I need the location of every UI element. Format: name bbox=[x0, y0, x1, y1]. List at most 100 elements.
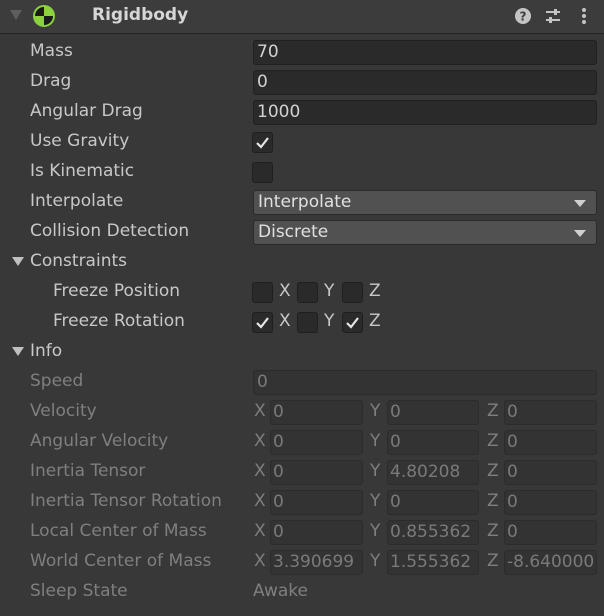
velocity-label: Velocity bbox=[30, 401, 97, 421]
info-foldout[interactable]: Info bbox=[0, 337, 604, 367]
dropdown-arrow-icon bbox=[574, 200, 586, 207]
axis-z-label: Z bbox=[487, 461, 499, 481]
axis-z-label: Z bbox=[369, 281, 381, 301]
world-center-of-mass-row: World Center of Mass X 3.390699 Y 1.5553… bbox=[0, 547, 604, 577]
angular-velocity-row: Angular Velocity X 0 Y 0 Z 0 bbox=[0, 427, 604, 457]
world-center-of-mass-label: World Center of Mass bbox=[30, 551, 212, 571]
sleep-state-row: Sleep State Awake bbox=[0, 577, 604, 607]
freeze-rotation-z-checkbox[interactable] bbox=[342, 312, 363, 333]
inertia-tensor-x-field: 0 bbox=[270, 460, 363, 485]
freeze-position-label: Freeze Position bbox=[53, 281, 181, 301]
interpolate-dropdown[interactable]: Interpolate bbox=[253, 190, 597, 215]
axis-y-label: Y bbox=[370, 521, 381, 541]
inertia-tensor-y-field: 4.80208 bbox=[387, 460, 479, 485]
collapse-arrow-icon[interactable] bbox=[10, 10, 22, 20]
checkmark-icon bbox=[346, 317, 359, 329]
use-gravity-checkbox[interactable] bbox=[252, 132, 273, 153]
inertia-tensor-label: Inertia Tensor bbox=[30, 461, 146, 481]
svg-text:?: ? bbox=[520, 10, 527, 24]
axis-y-label: Y bbox=[324, 311, 335, 331]
constraints-foldout[interactable]: Constraints bbox=[0, 247, 604, 277]
axis-y-label: Y bbox=[324, 281, 335, 301]
velocity-row: Velocity X 0 Y 0 Z 0 bbox=[0, 397, 604, 427]
axis-z-label: Z bbox=[487, 401, 499, 421]
speed-row: Speed 0 bbox=[0, 367, 604, 397]
axis-z-label: Z bbox=[487, 491, 499, 511]
axis-y-label: Y bbox=[370, 491, 381, 511]
velocity-x-field: 0 bbox=[270, 400, 363, 425]
collision-detection-dropdown[interactable]: Discrete bbox=[253, 220, 597, 245]
local-center-of-mass-label: Local Center of Mass bbox=[30, 521, 207, 541]
constraints-label: Constraints bbox=[30, 251, 127, 271]
freeze-rotation-x-checkbox[interactable] bbox=[252, 312, 273, 333]
angular-drag-row: Angular Drag 1000 bbox=[0, 97, 604, 127]
freeze-position-row: Freeze Position X Y Z bbox=[0, 277, 604, 307]
inertia-tensor-rotation-x-field: 0 bbox=[270, 490, 363, 515]
axis-x-label: X bbox=[254, 551, 266, 571]
inertia-tensor-rotation-z-field: 0 bbox=[504, 490, 597, 515]
axis-x-label: X bbox=[254, 461, 266, 481]
speed-field: 0 bbox=[253, 370, 597, 395]
checkmark-icon bbox=[256, 317, 269, 329]
angular-velocity-z-field: 0 bbox=[504, 430, 597, 455]
speed-label: Speed bbox=[30, 371, 84, 391]
axis-x-label: X bbox=[254, 431, 266, 451]
axis-x-label: X bbox=[279, 311, 291, 331]
rigidbody-icon bbox=[33, 5, 55, 27]
world-center-of-mass-x-field: 3.390699 bbox=[270, 550, 363, 575]
inertia-tensor-row: Inertia Tensor X 0 Y 4.80208 Z 0 bbox=[0, 457, 604, 487]
axis-y-label: Y bbox=[370, 431, 381, 451]
axis-x-label: X bbox=[254, 401, 266, 421]
component-title: Rigidbody bbox=[92, 5, 189, 25]
more-options-icon[interactable] bbox=[574, 6, 594, 26]
sleep-state-label: Sleep State bbox=[30, 581, 128, 601]
angular-velocity-x-field: 0 bbox=[270, 430, 363, 455]
world-center-of-mass-z-field: -8.640000 bbox=[504, 550, 597, 575]
mass-field[interactable]: 70 bbox=[253, 40, 597, 65]
inertia-tensor-rotation-row: Inertia Tensor Rotation X 0 Y 0 Z 0 bbox=[0, 487, 604, 517]
inertia-tensor-z-field: 0 bbox=[504, 460, 597, 485]
axis-z-label: Z bbox=[487, 551, 499, 571]
angular-drag-field[interactable]: 1000 bbox=[253, 100, 597, 125]
is-kinematic-label: Is Kinematic bbox=[30, 161, 135, 181]
dropdown-arrow-icon bbox=[574, 230, 586, 237]
velocity-y-field: 0 bbox=[387, 400, 479, 425]
collision-detection-label: Collision Detection bbox=[30, 221, 190, 241]
help-icon[interactable]: ? bbox=[513, 6, 533, 26]
mass-row: Mass 70 bbox=[0, 37, 604, 67]
collision-detection-row: Collision Detection Discrete bbox=[0, 217, 604, 247]
freeze-position-y-checkbox[interactable] bbox=[297, 282, 318, 303]
interpolate-row: Interpolate Interpolate bbox=[0, 187, 604, 217]
drag-field[interactable]: 0 bbox=[253, 70, 597, 95]
axis-z-label: Z bbox=[369, 311, 381, 331]
foldout-arrow-icon[interactable] bbox=[12, 257, 24, 266]
axis-x-label: X bbox=[254, 521, 266, 541]
axis-x-label: X bbox=[279, 281, 291, 301]
foldout-arrow-icon[interactable] bbox=[12, 347, 24, 356]
collision-detection-value: Discrete bbox=[258, 222, 329, 242]
freeze-position-z-checkbox[interactable] bbox=[342, 282, 363, 303]
freeze-rotation-y-checkbox[interactable] bbox=[297, 312, 318, 333]
axis-x-label: X bbox=[254, 491, 266, 511]
angular-velocity-label: Angular Velocity bbox=[30, 431, 169, 451]
use-gravity-row: Use Gravity bbox=[0, 127, 604, 157]
mass-label: Mass bbox=[30, 41, 73, 61]
component-header[interactable]: Rigidbody ? bbox=[0, 0, 604, 34]
freeze-position-x-checkbox[interactable] bbox=[252, 282, 273, 303]
local-center-of-mass-z-field: 0 bbox=[504, 520, 597, 545]
axis-z-label: Z bbox=[487, 431, 499, 451]
axis-y-label: Y bbox=[370, 461, 381, 481]
local-center-of-mass-y-field: 0.855362 bbox=[387, 520, 479, 545]
local-center-of-mass-row: Local Center of Mass X 0 Y 0.855362 Z 0 bbox=[0, 517, 604, 547]
axis-y-label: Y bbox=[370, 551, 381, 571]
is-kinematic-checkbox[interactable] bbox=[252, 162, 273, 183]
presets-icon[interactable] bbox=[543, 6, 563, 26]
local-center-of-mass-x-field: 0 bbox=[270, 520, 363, 545]
axis-y-label: Y bbox=[370, 401, 381, 421]
sleep-state-value: Awake bbox=[253, 581, 308, 601]
interpolate-label: Interpolate bbox=[30, 191, 124, 211]
is-kinematic-row: Is Kinematic bbox=[0, 157, 604, 187]
interpolate-value: Interpolate bbox=[258, 192, 352, 212]
checkmark-icon bbox=[256, 137, 269, 149]
axis-z-label: Z bbox=[487, 521, 499, 541]
